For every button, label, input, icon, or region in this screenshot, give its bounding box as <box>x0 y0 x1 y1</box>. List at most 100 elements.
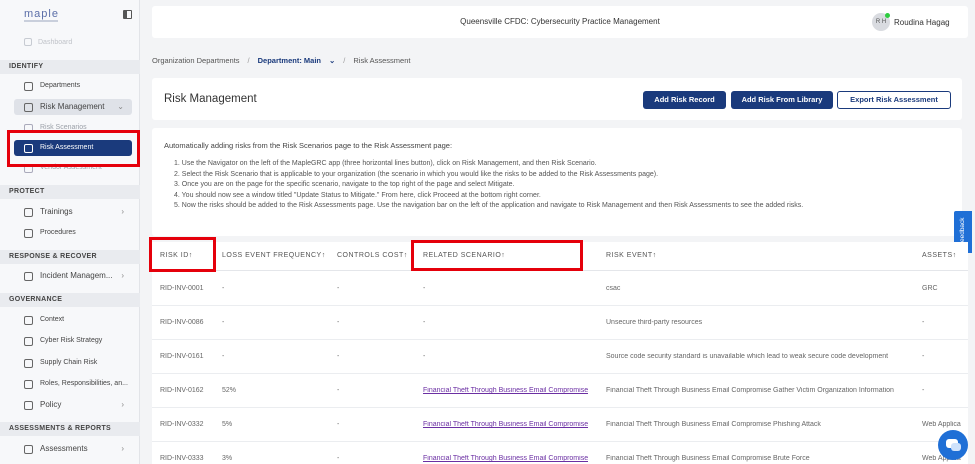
roles-icon <box>24 379 33 389</box>
cell-frequency: - <box>222 285 225 292</box>
cell-scenario: - <box>423 319 426 326</box>
related-scenario-link[interactable]: Financial Theft Through Business Email C… <box>423 421 588 428</box>
cell-risk-event: csac <box>606 285 621 292</box>
sidebar-item-trainings[interactable]: Trainings › <box>14 204 132 220</box>
sidebar-item-context[interactable]: Context <box>14 312 132 328</box>
add-risk-from-library-button[interactable]: Add Risk From Library <box>731 91 833 109</box>
sidebar-item-supply-chain-risk[interactable]: Supply Chain Risk <box>14 355 132 371</box>
risk-table: RISK ID↑ LOSS EVENT FREQUENCY↑ CONTROLS … <box>152 242 968 464</box>
cell-cost: - <box>337 319 340 326</box>
sidebar-item-label: Policy <box>40 400 62 409</box>
related-scenario-link[interactable]: Financial Theft Through Business Email C… <box>423 455 588 462</box>
chevron-right-icon: › <box>121 207 124 216</box>
cell-assets: - <box>922 353 925 360</box>
cell-frequency: 52% <box>222 387 237 394</box>
logo-underline <box>24 20 58 22</box>
add-risk-record-button[interactable]: Add Risk Record <box>643 91 726 109</box>
cell-risk-event: Financial Theft Through Business Email C… <box>606 455 810 462</box>
table-row[interactable]: RID-INV-0086 - - - Unsecure third-party … <box>152 306 968 340</box>
chevron-down-icon[interactable]: ⌄ <box>329 56 335 65</box>
sidebar-item-label: Procedures <box>40 229 76 236</box>
supply-chain-icon <box>24 358 33 368</box>
column-label: LOSS EVENT FREQUENCY <box>222 252 322 259</box>
sidebar-item-assessments[interactable]: Assessments › <box>14 441 132 457</box>
cell-risk-event: Financial Theft Through Business Email C… <box>606 387 894 394</box>
instruction-step: 5. Now the risks should be added to the … <box>174 202 804 209</box>
sidebar-item-risk-management[interactable]: Risk Management ⌄ <box>14 99 132 115</box>
sidebar-item-procedures[interactable]: Procedures <box>14 225 132 241</box>
instruction-step: 1. Use the Navigator on the left of the … <box>174 160 597 167</box>
cell-scenario: - <box>423 353 426 360</box>
policy-icon <box>24 400 33 410</box>
incident-icon <box>24 271 33 281</box>
assessments-icon <box>24 444 33 454</box>
sidebar: maple Dashboard IDENTIFY Departments Ris… <box>0 0 140 464</box>
cell-cost: - <box>337 387 340 394</box>
cell-risk-id: RID-INV-0333 <box>160 455 204 462</box>
column-header-loss-event-frequency[interactable]: LOSS EVENT FREQUENCY↑ <box>222 252 326 259</box>
highlight-box-related-scenario <box>411 240 583 271</box>
sidebar-item-dashboard[interactable]: Dashboard <box>38 39 72 46</box>
column-label: RISK EVENT <box>606 252 653 259</box>
chevron-down-icon: ⌄ <box>117 102 124 111</box>
chevron-right-icon: › <box>121 271 124 280</box>
sidebar-item-roles[interactable]: Roles, Responsibilities, an... <box>14 376 132 392</box>
sidebar-item-policy[interactable]: Policy › <box>14 397 132 413</box>
related-scenario-link[interactable]: Financial Theft Through Business Email C… <box>423 387 588 394</box>
sidebar-item-label: Cyber Risk Strategy <box>40 337 103 344</box>
chevron-right-icon: › <box>121 400 124 409</box>
departments-icon <box>24 81 33 91</box>
instructions-heading: Automatically adding risks from the Risk… <box>164 141 453 150</box>
table-row[interactable]: RID-INV-0333 3% - Financial Theft Throug… <box>152 442 968 464</box>
column-header-assets[interactable]: ASSETS↑ <box>922 252 957 259</box>
risk-management-panel: Risk Management Add Risk Record Add Risk… <box>152 78 962 120</box>
cell-risk-id: RID-INV-0332 <box>160 421 204 428</box>
collapse-sidebar-icon[interactable] <box>123 10 132 19</box>
breadcrumb-separator: / <box>247 56 250 65</box>
breadcrumb-org-departments[interactable]: Organization Departments <box>152 56 240 65</box>
section-governance: GOVERNANCE <box>0 293 140 307</box>
table-row[interactable]: RID-INV-0162 52% - Financial Theft Throu… <box>152 374 968 408</box>
trainings-icon <box>24 207 33 217</box>
section-protect: PROTECT <box>0 185 140 199</box>
breadcrumb: Organization Departments / Department: M… <box>152 56 410 65</box>
highlight-box-risk-id <box>149 237 216 272</box>
cell-risk-id: RID-INV-0161 <box>160 353 204 360</box>
instruction-step: 4. You should now see a window titled "U… <box>174 191 541 199</box>
instruction-step: 3. Once you are on the page for the spec… <box>174 181 515 188</box>
section-identify: IDENTIFY <box>0 60 140 74</box>
export-risk-assessment-button[interactable]: Export Risk Assessment <box>837 91 951 109</box>
cell-assets: - <box>922 319 925 326</box>
section-assessments-reports: ASSESSMENTS & REPORTS <box>0 422 140 436</box>
table-row[interactable]: RID-INV-0332 5% - Financial Theft Throug… <box>152 408 968 442</box>
cell-cost: - <box>337 285 340 292</box>
sidebar-item-cyber-risk-strategy[interactable]: Cyber Risk Strategy <box>14 333 132 349</box>
cell-risk-id: RID-INV-0001 <box>160 285 204 292</box>
table-row[interactable]: RID-INV-0001 - - - csac GRC <box>152 272 968 306</box>
context-icon <box>24 315 33 325</box>
cell-cost: - <box>337 421 340 428</box>
column-header-risk-event[interactable]: RISK EVENT↑ <box>606 252 657 259</box>
cell-assets: GRC <box>922 285 938 292</box>
maple-logo[interactable]: maple <box>24 8 59 20</box>
user-name[interactable]: Roudina Hagag <box>894 18 950 27</box>
column-header-controls-cost[interactable]: CONTROLS COST↑ <box>337 252 408 259</box>
cell-scenario: - <box>423 285 426 292</box>
instructions-list: 1. Use the Navigator on the left of the … <box>174 159 803 212</box>
cell-cost: - <box>337 353 340 360</box>
strategy-icon <box>24 336 33 346</box>
sidebar-item-label: Departments <box>40 82 81 89</box>
online-status-dot <box>885 13 890 18</box>
sidebar-item-incident-management[interactable]: Incident Managem... › <box>14 268 132 284</box>
breadcrumb-department-dropdown[interactable]: Department: Main <box>258 56 321 65</box>
cell-assets: - <box>922 387 925 394</box>
table-row[interactable]: RID-INV-0161 - - - Source code security … <box>152 340 968 374</box>
column-label: ASSETS <box>922 252 953 259</box>
dashboard-icon <box>24 38 32 46</box>
cell-frequency: 3% <box>222 455 233 462</box>
chat-icon[interactable] <box>938 430 968 460</box>
page-title: Risk Management <box>164 93 257 105</box>
breadcrumb-current: Risk Assessment <box>353 56 411 65</box>
sidebar-item-label: Risk Management <box>40 102 105 111</box>
sidebar-item-departments[interactable]: Departments <box>14 78 132 94</box>
